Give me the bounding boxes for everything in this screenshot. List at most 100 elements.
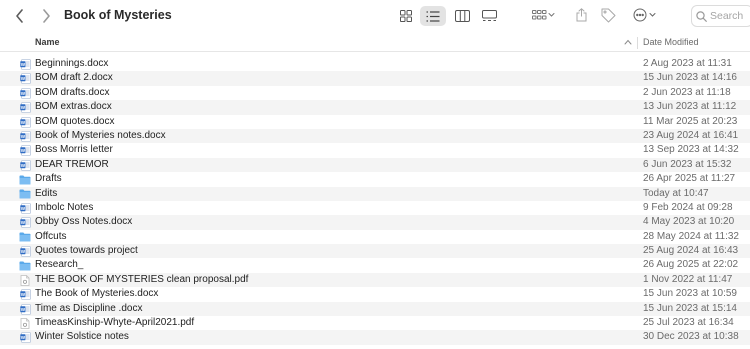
file-name[interactable]: BOM draft 2.docx xyxy=(35,72,113,83)
column-view-icon xyxy=(454,10,470,22)
column-divider[interactable] xyxy=(637,37,638,49)
file-row[interactable]: W BOM drafts.docx 2 Jun 2023 at 11:18 xyxy=(0,86,750,100)
file-row[interactable]: W The Book of Mysteries.docx 15 Jun 2023 a… xyxy=(0,287,750,301)
file-row[interactable]: W Beginnings.docx 2 Aug 2023 at 11:31 xyxy=(0,57,750,71)
file-row[interactable]: Offcuts 28 May 2024 at 11:32 xyxy=(0,230,750,244)
word-document-icon: W xyxy=(19,145,31,157)
file-row[interactable]: W Imbolc Notes 9 Feb 2024 at 09:28 xyxy=(0,201,750,215)
file-row[interactable]: Edits Today at 10:47 xyxy=(0,186,750,201)
svg-text:W: W xyxy=(20,91,25,96)
word-document-icon: W xyxy=(19,303,31,315)
file-date-modified: 15 Jun 2023 at 14:16 xyxy=(643,72,737,84)
list-view-button[interactable] xyxy=(420,6,446,26)
file-name[interactable]: Drafts xyxy=(35,173,62,184)
svg-text:W: W xyxy=(20,148,25,153)
search-icon xyxy=(696,10,707,22)
file-name[interactable]: Winter Solstice notes xyxy=(35,331,129,342)
gallery-view-icon xyxy=(481,10,497,21)
file-row[interactable]: W Boss Morris letter 13 Sep 2023 at 14:32 xyxy=(0,143,750,157)
gallery-view-button[interactable] xyxy=(477,6,501,26)
date-modified-column-header[interactable]: Date Modified xyxy=(643,37,699,47)
file-name[interactable]: BOM drafts.docx xyxy=(35,87,109,98)
file-name[interactable]: BOM quotes.docx xyxy=(35,116,114,127)
forward-button[interactable] xyxy=(36,6,56,26)
file-row[interactable]: W Winter Solstice notes 30 Dec 2023 at 10:… xyxy=(0,330,750,345)
file-date-modified: 6 Jun 2023 at 15:32 xyxy=(643,158,732,170)
file-name[interactable]: Edits xyxy=(35,188,57,199)
tag-button[interactable] xyxy=(599,6,617,24)
file-name[interactable]: Research_ xyxy=(35,259,83,270)
file-name[interactable]: TimeasKinship-Whyte-April2021.pdf xyxy=(35,317,194,328)
folder-icon xyxy=(19,175,31,185)
file-name[interactable]: Imbolc Notes xyxy=(35,202,93,213)
share-button[interactable] xyxy=(574,6,588,24)
svg-text:W: W xyxy=(20,76,25,81)
pdf-document-icon xyxy=(20,274,30,286)
grid-view-button[interactable] xyxy=(394,6,418,26)
file-row[interactable]: Research_ 26 Aug 2025 at 22:02 xyxy=(0,258,750,272)
file-icon xyxy=(19,232,31,243)
sort-ascending-icon[interactable] xyxy=(624,39,632,45)
tag-icon xyxy=(601,8,615,22)
file-date-modified: 2 Aug 2023 at 11:31 xyxy=(643,58,732,69)
file-name[interactable]: Beginnings.docx xyxy=(35,58,108,69)
file-row[interactable]: Drafts 26 Apr 2025 at 11:27 xyxy=(0,172,750,186)
file-icon: W xyxy=(19,131,31,142)
more-icon xyxy=(633,8,656,22)
file-name[interactable]: BOM extras.docx xyxy=(35,101,112,112)
word-document-icon: W xyxy=(19,289,31,301)
file-date-modified: 25 Jul 2023 at 16:34 xyxy=(643,317,734,329)
file-icon: W xyxy=(19,246,31,257)
file-name[interactable]: Book of Mysteries notes.docx xyxy=(35,130,166,141)
file-date-modified: 23 Aug 2024 at 16:41 xyxy=(643,129,739,141)
file-name[interactable]: Obby Oss Notes.docx xyxy=(35,216,132,227)
file-row[interactable]: W Time as Discipline .docx 15 Jun 2023 at … xyxy=(0,301,750,317)
svg-text:W: W xyxy=(20,163,25,168)
file-name[interactable]: The Book of Mysteries.docx xyxy=(35,288,158,299)
word-document-icon: W xyxy=(19,102,31,114)
file-icon: W xyxy=(19,217,31,229)
word-document-icon: W xyxy=(19,332,31,344)
file-row[interactable]: W BOM draft 2.docx 15 Jun 2023 at 14:16 xyxy=(0,71,750,86)
svg-text:W: W xyxy=(20,307,25,312)
file-date-modified: Today at 10:47 xyxy=(643,187,709,199)
file-name[interactable]: DEAR TREMOR xyxy=(35,159,109,170)
file-row[interactable]: W DEAR TREMOR 6 Jun 2023 at 15:32 xyxy=(0,157,750,173)
file-row[interactable]: W Obby Oss Notes.docx 4 May 2023 at 10:20 xyxy=(0,215,750,230)
file-icon xyxy=(19,189,31,200)
word-document-icon: W xyxy=(19,203,31,214)
file-name[interactable]: Boss Morris letter xyxy=(35,144,113,155)
name-column-header[interactable]: Name xyxy=(35,37,60,47)
group-icon xyxy=(532,10,555,20)
svg-text:W: W xyxy=(20,206,25,211)
file-row[interactable]: W Book of Mysteries notes.docx 23 Aug 2024… xyxy=(0,128,750,144)
file-icon xyxy=(19,174,31,185)
file-row[interactable]: W BOM quotes.docx 11 Mar 2025 at 20:23 xyxy=(0,115,750,129)
svg-text:W: W xyxy=(20,292,25,297)
file-name[interactable]: THE BOOK OF MYSTERIES clean proposal.pdf xyxy=(35,274,248,285)
column-view-button[interactable] xyxy=(450,6,474,26)
svg-text:W: W xyxy=(20,120,25,125)
back-button[interactable] xyxy=(10,6,30,26)
file-row[interactable]: W BOM extras.docx 13 Jun 2023 at 11:12 xyxy=(0,100,750,115)
word-document-icon: W xyxy=(19,217,31,229)
search-field[interactable]: Search xyxy=(691,5,750,27)
file-icon: W xyxy=(19,203,31,214)
file-date-modified: 15 Jun 2023 at 10:59 xyxy=(643,288,737,300)
file-row[interactable]: TimeasKinship-Whyte-April2021.pdf 25 Jul … xyxy=(0,316,750,330)
more-button[interactable] xyxy=(632,6,660,24)
file-name[interactable]: Time as Discipline .docx xyxy=(35,303,142,314)
svg-text:W: W xyxy=(20,249,25,254)
group-button[interactable] xyxy=(531,7,557,25)
word-document-icon: W xyxy=(19,131,31,142)
column-header: Name Date Modified xyxy=(0,34,750,52)
file-row[interactable]: THE BOOK OF MYSTERIES clean proposal.pdf… xyxy=(0,272,750,288)
file-date-modified: 25 Aug 2024 at 16:43 xyxy=(643,245,739,257)
file-name[interactable]: Offcuts xyxy=(35,231,67,242)
file-row[interactable]: W Quotes towards project 25 Aug 2024 at 16… xyxy=(0,244,750,259)
file-name[interactable]: Quotes towards project xyxy=(35,245,138,256)
svg-text:W: W xyxy=(20,335,25,340)
svg-text:W: W xyxy=(20,62,25,67)
word-document-icon: W xyxy=(19,87,31,99)
file-icon: W xyxy=(19,303,31,315)
